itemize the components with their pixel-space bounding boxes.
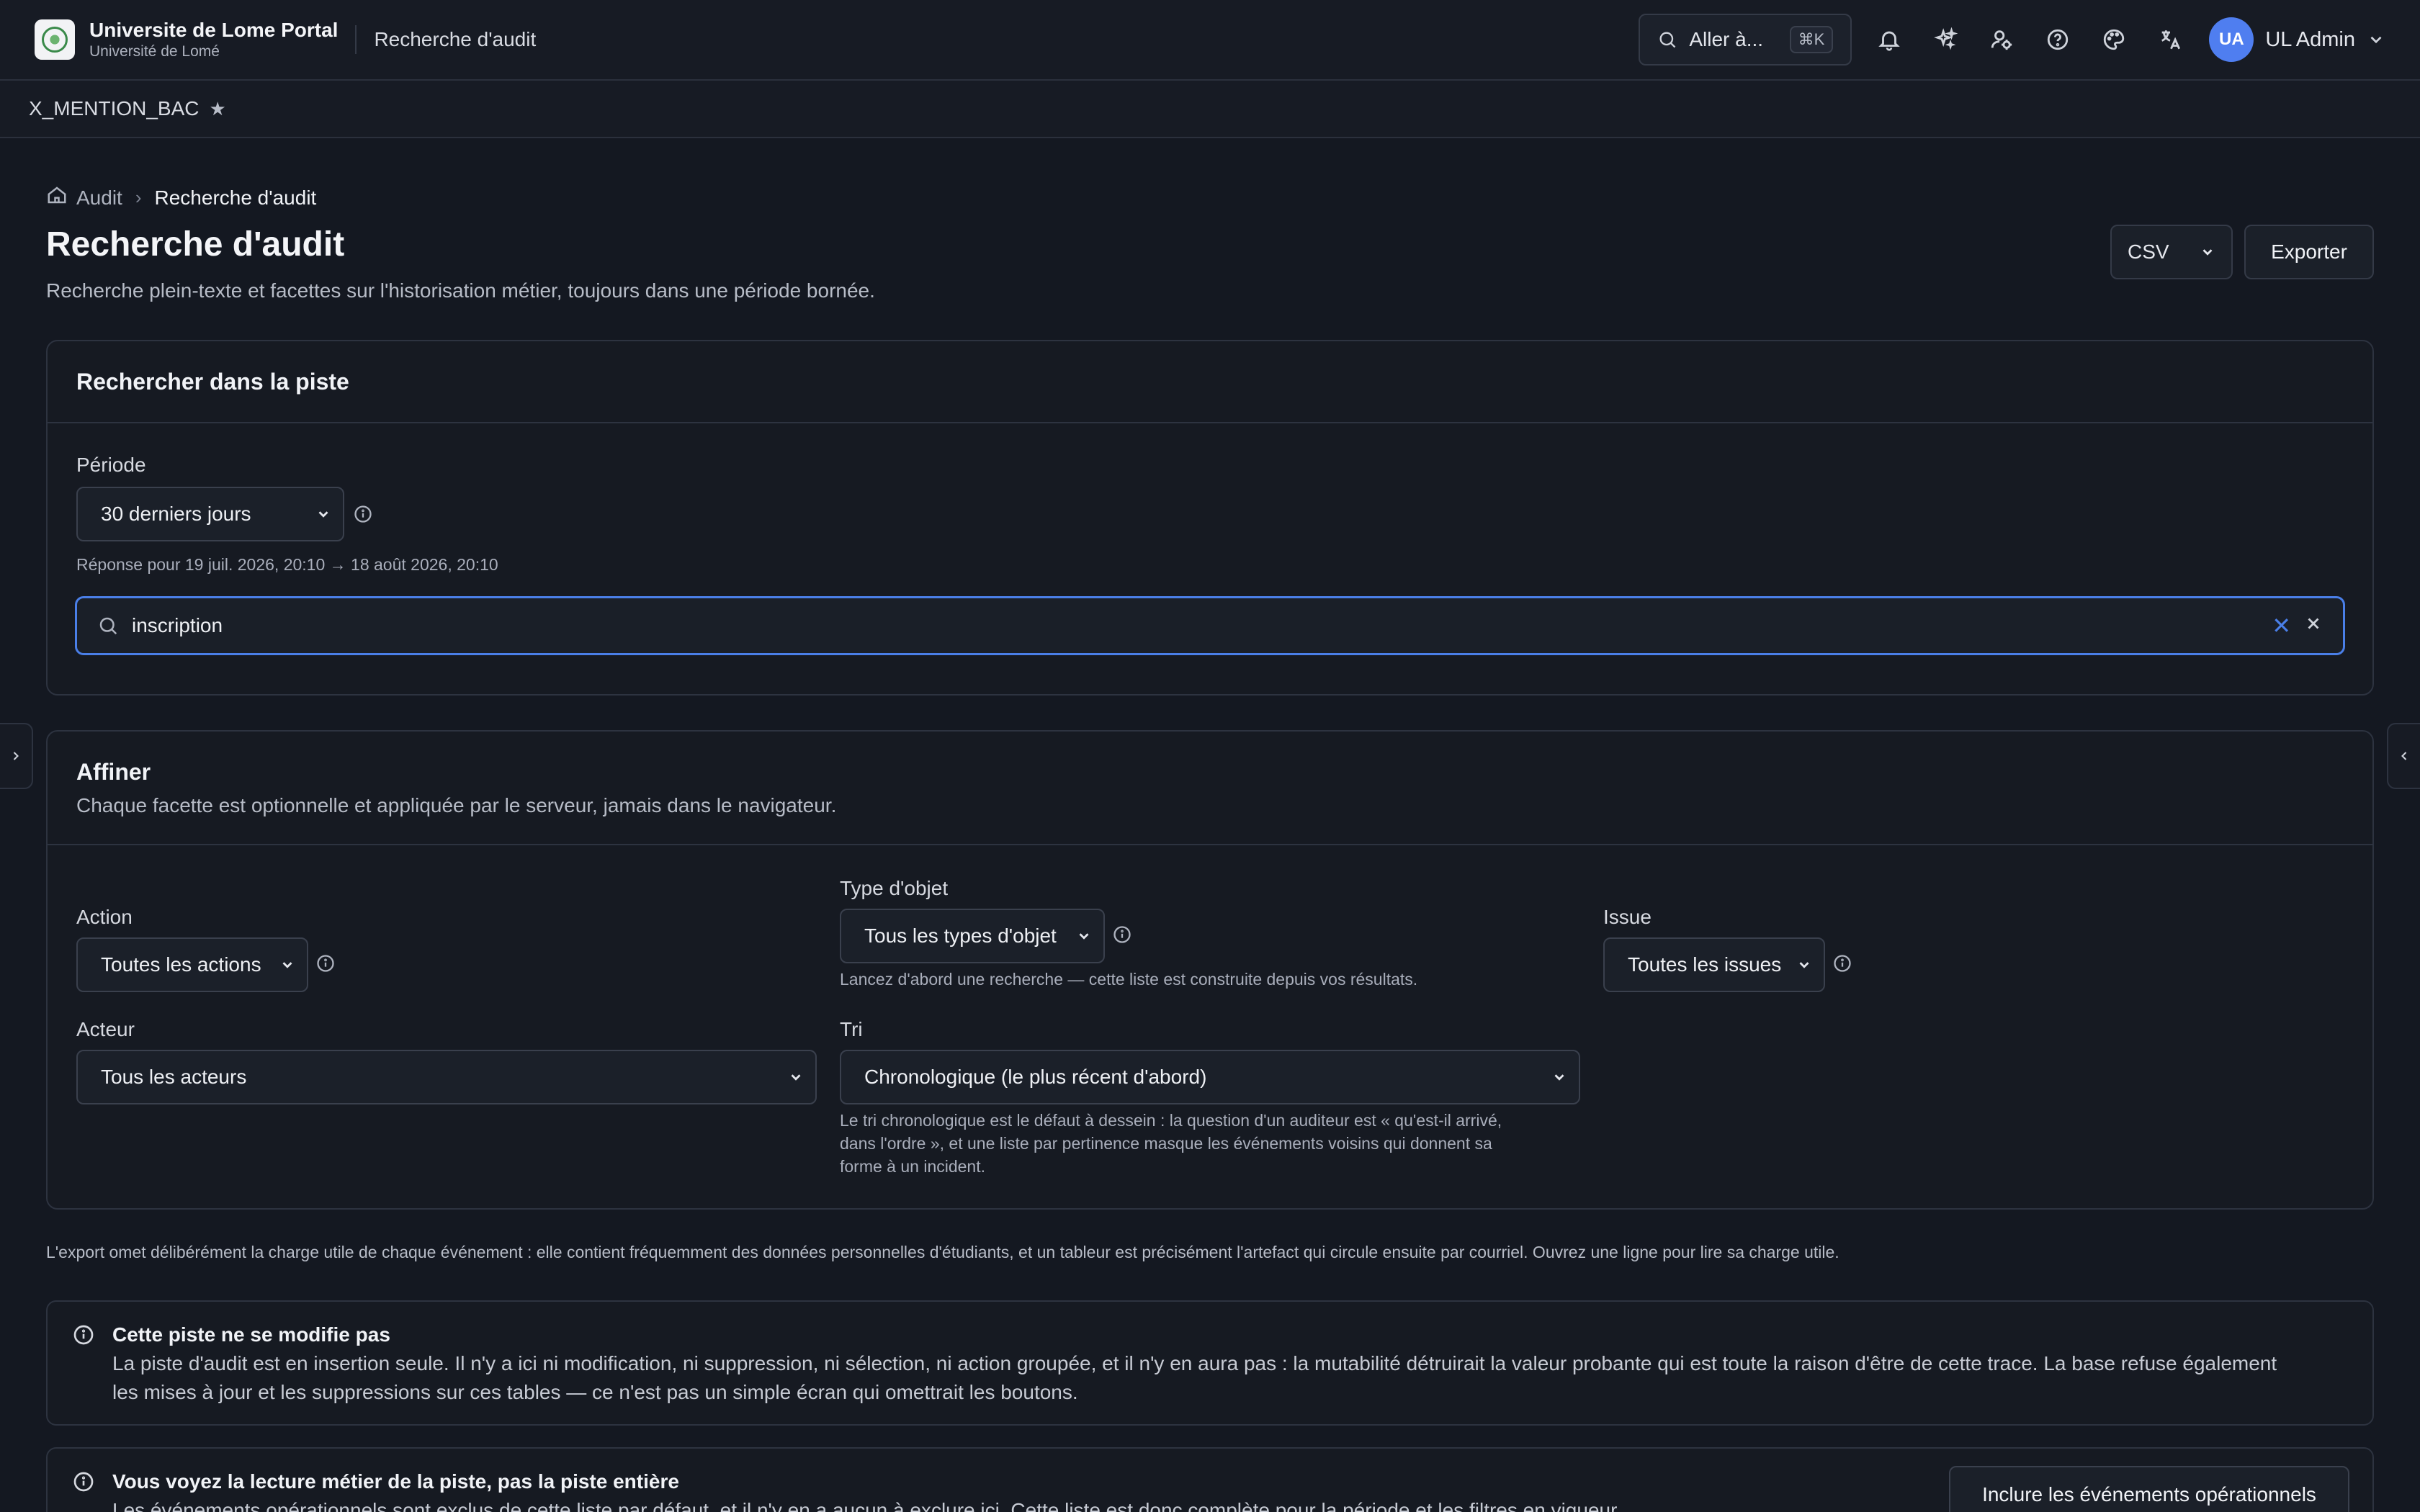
- goto-label: Aller à...: [1689, 28, 1764, 50]
- right-panel-toggle[interactable]: [2387, 723, 2420, 789]
- breadcrumb-current: Recherche d'audit: [154, 186, 317, 209]
- period-info-icon[interactable]: [353, 504, 373, 524]
- bell-icon: [1878, 31, 1901, 51]
- user-switch-icon: [1991, 30, 2012, 50]
- star-icon[interactable]: ★: [210, 98, 226, 120]
- chevron-down-icon: [1554, 1074, 1564, 1081]
- outcome-value: Toutes les issues: [1628, 953, 1782, 976]
- chevron-right-icon: [13, 752, 19, 760]
- tab-strip: X_MENTION_BAC ★: [0, 81, 2420, 138]
- top-bar: Universite de Lome Portal Université de …: [0, 0, 2420, 81]
- period-value: 30 derniers jours: [101, 503, 251, 525]
- shortcut-badge: ⌘K: [1789, 26, 1834, 53]
- theme-button[interactable]: [2087, 12, 2141, 67]
- chevron-right-icon: ›: [135, 186, 142, 208]
- object-type-info-icon[interactable]: [1112, 924, 1132, 945]
- ai-assistant-button[interactable]: [1918, 12, 1973, 67]
- period-range-hint: Réponse pour 19 juil. 2026, 20:10 → 18 a…: [76, 555, 498, 574]
- user-menu-chevron[interactable]: [2367, 30, 2385, 49]
- chevron-down-icon: [1799, 962, 1809, 968]
- action-value: Toutes les actions: [101, 953, 261, 976]
- object-type-hint: Lancez d'abord une recherche — cette lis…: [840, 970, 1418, 989]
- palette-icon: [2104, 29, 2125, 50]
- chevron-down-icon: [282, 962, 292, 968]
- search-card-title: Rechercher dans la piste: [76, 368, 349, 395]
- refine-card-header: Affiner Chaque facette est optionnelle e…: [48, 732, 2372, 845]
- action-info-icon[interactable]: [315, 953, 336, 973]
- search-input[interactable]: inscription ✕: [75, 596, 2345, 655]
- language-button[interactable]: [2143, 12, 2197, 67]
- alert-title: Cette piste ne se modifie pas: [112, 1323, 390, 1346]
- outcome-select[interactable]: Toutes les issues: [1603, 937, 1825, 992]
- sort-hint-line-1: Le tri chronologique est le défaut à des…: [840, 1111, 1502, 1130]
- period-select[interactable]: 30 derniers jours: [76, 487, 344, 541]
- portal-subtitle: Université de Lomé: [89, 43, 220, 60]
- tab-x-mention-bac[interactable]: X_MENTION_BAC: [29, 97, 200, 120]
- info-icon: [72, 1470, 95, 1493]
- object-type-value: Tous les types d'objet: [864, 924, 1057, 947]
- info-icon: [72, 1323, 95, 1346]
- notifications-button[interactable]: [1862, 12, 1917, 67]
- sort-value: Chronologique (le plus récent d'abord): [864, 1066, 1207, 1088]
- action-select[interactable]: Toutes les actions: [76, 937, 308, 992]
- home-icon[interactable]: [46, 184, 68, 211]
- export-format-select[interactable]: CSV: [2110, 225, 2233, 279]
- header-divider: [355, 25, 357, 54]
- sort-hint-line-2: dans l'ordre », et une liste par pertine…: [840, 1134, 1492, 1153]
- export-button[interactable]: Exporter: [2244, 225, 2374, 279]
- chevron-down-icon: [1079, 933, 1089, 940]
- chevron-left-icon: [2401, 752, 2407, 760]
- refine-card-subtitle: Chaque facette est optionnelle et appliq…: [76, 793, 837, 816]
- translate-icon: [2161, 30, 2181, 50]
- actor-select[interactable]: Tous les acteurs: [76, 1050, 817, 1104]
- user-name[interactable]: UL Admin: [2265, 28, 2355, 52]
- search-icon: [99, 617, 117, 635]
- page-title: Recherche d'audit: [46, 225, 345, 264]
- immutable-trail-alert: Cette piste ne se modifie pas La piste d…: [46, 1300, 2374, 1426]
- alert-body-line-1: La piste d'audit est en insertion seule.…: [112, 1352, 2277, 1374]
- search-icon: [1659, 32, 1676, 48]
- refine-card-title: Affiner: [76, 758, 151, 785]
- goto-search-button[interactable]: Aller à... ⌘K: [1639, 14, 1852, 66]
- object-type-label: Type d'objet: [840, 877, 949, 899]
- chevron-down-icon: [791, 1074, 801, 1081]
- alert-body-line-2: les mises à jour et les suppressions sur…: [112, 1381, 1078, 1403]
- breadcrumb: Audit › Recherche d'audit: [46, 184, 316, 211]
- include-operational-events-button[interactable]: Inclure les événements opérationnels: [1949, 1466, 2349, 1512]
- help-button[interactable]: [2030, 12, 2085, 67]
- sort-select[interactable]: Chronologique (le plus récent d'abord): [840, 1050, 1580, 1104]
- left-panel-toggle[interactable]: [0, 723, 33, 789]
- search-card-header: Rechercher dans la piste: [48, 341, 2372, 423]
- actor-label: Acteur: [76, 1018, 135, 1040]
- portal-title: Universite de Lome Portal: [89, 19, 339, 41]
- search-input-value[interactable]: inscription: [132, 614, 2259, 637]
- sparkles-icon: [1934, 27, 1958, 50]
- chevron-down-icon: [2370, 36, 2382, 44]
- outcome-label: Issue: [1603, 906, 1652, 928]
- chevron-down-icon: [318, 511, 328, 518]
- breadcrumb-audit-link[interactable]: Audit: [76, 186, 122, 210]
- actor-value: Tous les acteurs: [101, 1066, 247, 1088]
- sort-hint-line-3: forme à un incident.: [840, 1157, 986, 1176]
- page-description: Recherche plein-texte et facettes sur l'…: [46, 279, 875, 302]
- avatar[interactable]: UA: [2209, 17, 2254, 62]
- chevron-down-icon: [2202, 249, 2213, 256]
- clear-search-icon[interactable]: ✕: [2272, 612, 2291, 639]
- header-current-page: Recherche d'audit: [374, 28, 537, 50]
- export-format-value: CSV: [2128, 240, 2169, 263]
- action-label: Action: [76, 906, 133, 928]
- outcome-info-icon[interactable]: [1832, 953, 1852, 973]
- period-label: Période: [76, 454, 146, 476]
- sort-label: Tri: [840, 1018, 863, 1040]
- object-type-select[interactable]: Tous les types d'objet: [840, 909, 1105, 963]
- brand: Universite de Lome Portal Université de …: [89, 18, 338, 61]
- export-note: L'export omet délibérément la charge uti…: [46, 1243, 1839, 1261]
- impersonate-user-button[interactable]: [1974, 12, 2029, 67]
- university-logo[interactable]: [35, 19, 75, 60]
- close-icon[interactable]: [2304, 614, 2323, 638]
- help-icon: [2048, 29, 2069, 50]
